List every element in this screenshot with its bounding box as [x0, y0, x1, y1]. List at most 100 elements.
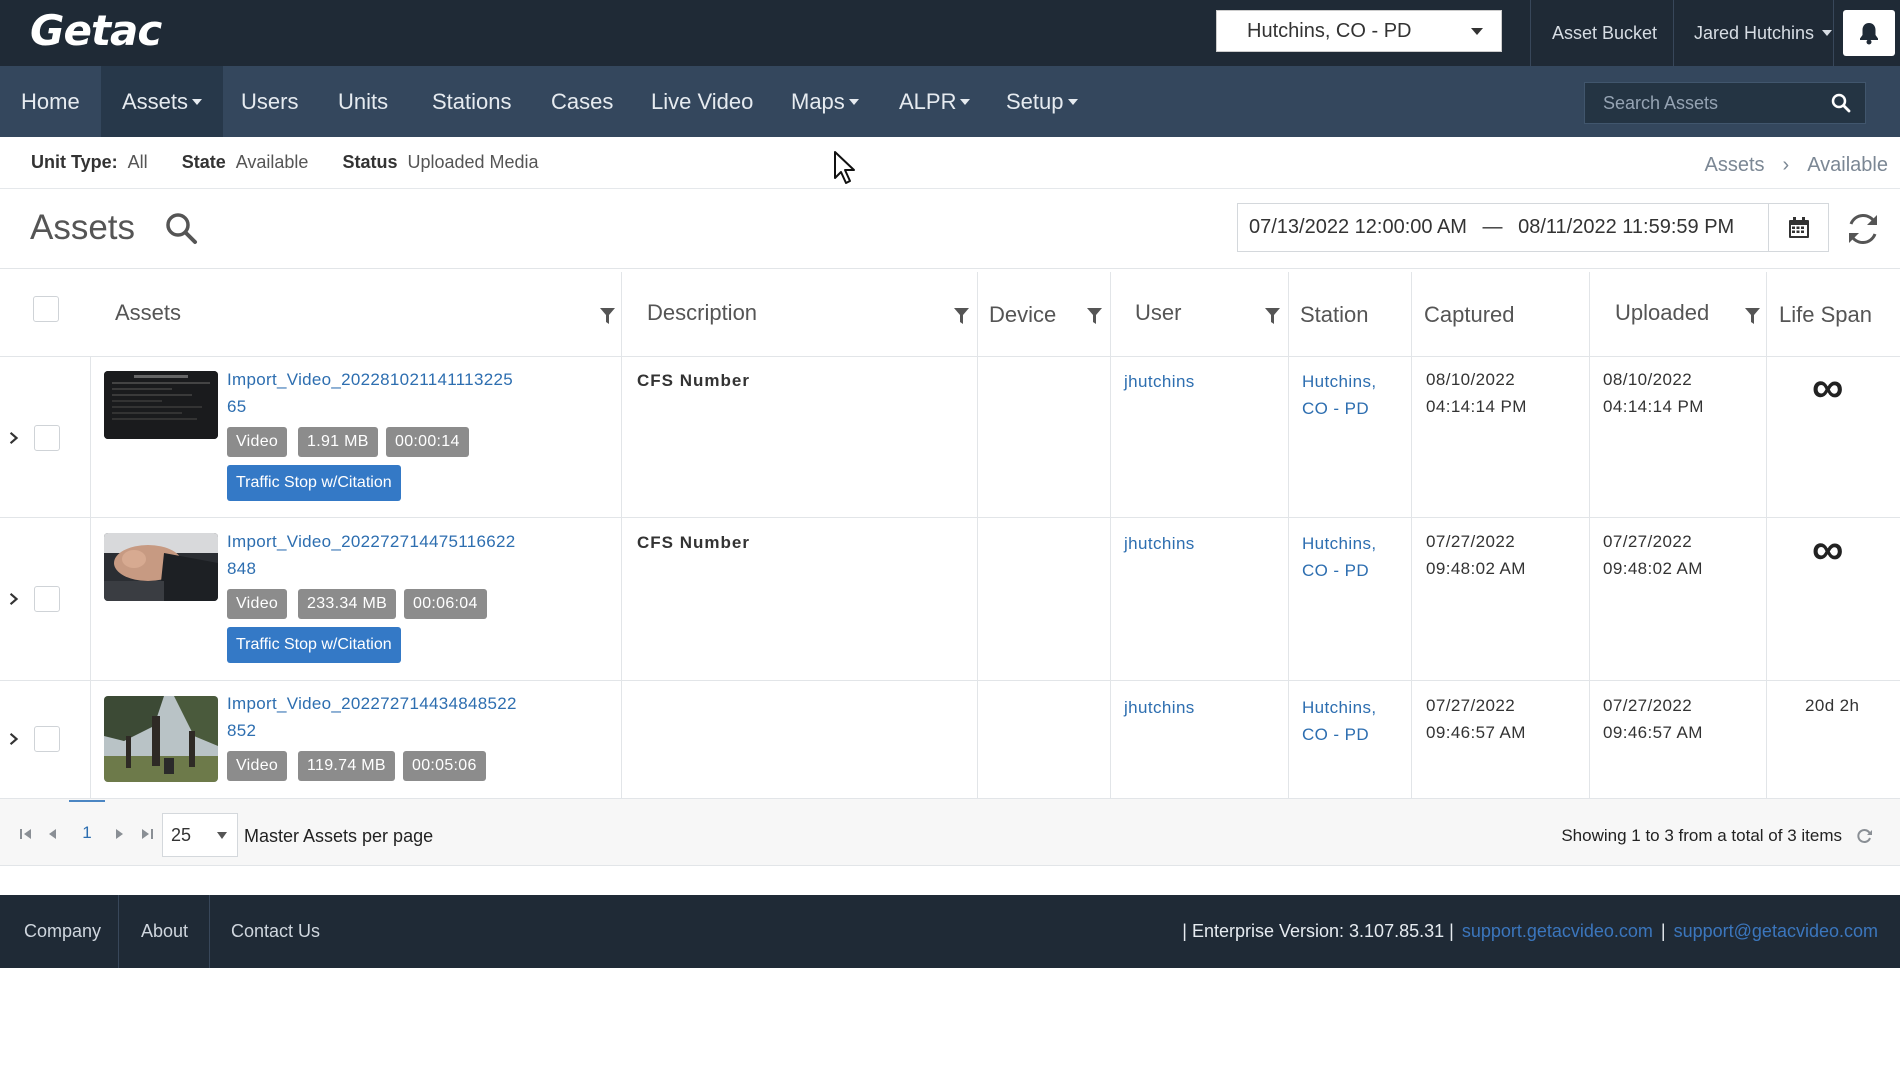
search-icon[interactable] [165, 212, 199, 246]
station-line: Hutchins, [1302, 698, 1377, 717]
video-thumbnail[interactable] [104, 696, 218, 782]
column-header-uploaded[interactable]: Uploaded [1615, 300, 1709, 326]
column-header-description[interactable]: Description [647, 300, 757, 326]
uploaded-time: 09:46:57 AM [1603, 723, 1703, 742]
column-header-station[interactable]: Station [1300, 302, 1369, 328]
select-all-checkbox[interactable] [33, 296, 59, 322]
date-from: 07/13/2022 12:00:00 AM [1249, 216, 1467, 238]
support-site-link[interactable]: support.getacvideo.com [1462, 921, 1653, 942]
divider [1411, 272, 1412, 798]
bell-icon [1860, 23, 1878, 45]
chevron-right-icon[interactable] [8, 432, 20, 444]
page-size-select[interactable]: 25 [162, 813, 238, 857]
footer-link-company[interactable]: Company [24, 895, 101, 968]
row-checkbox[interactable] [34, 425, 60, 451]
current-page[interactable]: 1 [69, 800, 105, 864]
uploaded-time: 09:48:02 AM [1603, 559, 1703, 578]
last-page-icon[interactable] [140, 828, 153, 840]
nav-maps[interactable]: Maps [770, 66, 880, 137]
station-line: Hutchins, [1302, 534, 1377, 553]
unit-type-value[interactable]: All [128, 152, 148, 173]
asset-name-link[interactable]: Import_Video_202272714434848522 852 [227, 690, 547, 744]
agency-select[interactable]: Hutchins, CO - PD [1216, 10, 1502, 52]
captured-time: 04:14:14 PM [1426, 397, 1527, 416]
nav-units[interactable]: Units [317, 66, 409, 137]
refresh-icon[interactable] [1844, 210, 1882, 248]
uploaded-date: 07/27/2022 [1603, 696, 1693, 715]
asset-name-link[interactable]: Import_Video_202272714475116622 848 [227, 528, 547, 582]
column-header-life-span[interactable]: Life Span [1779, 302, 1872, 328]
date-to: 08/11/2022 11:59:59 PM [1518, 216, 1735, 238]
nav-live-video[interactable]: Live Video [630, 66, 774, 137]
column-header-captured[interactable]: Captured [1424, 302, 1515, 328]
station-link[interactable]: Hutchins, CO - PD [1302, 368, 1376, 422]
infinity-icon: ∞ [1812, 363, 1844, 412]
filter-icon[interactable] [1745, 308, 1760, 324]
divider [1288, 272, 1289, 798]
station-link[interactable]: Hutchins, CO - PD [1302, 694, 1376, 748]
footer-link-about[interactable]: About [141, 895, 188, 968]
calendar-button[interactable] [1768, 204, 1828, 251]
chevron-right-icon[interactable] [8, 733, 20, 745]
captured-cell: 07/27/2022 09:46:57 AM [1426, 692, 1526, 746]
user-link[interactable]: jhutchins [1124, 530, 1195, 557]
status-value[interactable]: Uploaded Media [407, 152, 538, 173]
search-icon[interactable] [1831, 93, 1851, 113]
category-badge[interactable]: Traffic Stop w/Citation [227, 627, 401, 663]
state-value[interactable]: Available [236, 152, 309, 173]
nav-label: Units [338, 88, 389, 114]
breadcrumb-assets[interactable]: Assets [1704, 154, 1764, 177]
user-link[interactable]: jhutchins [1124, 694, 1195, 721]
filter-icon[interactable] [600, 308, 615, 324]
nav-stations[interactable]: Stations [411, 66, 533, 137]
nav-users[interactable]: Users [220, 66, 319, 137]
asset-bucket-link[interactable]: Asset Bucket [1552, 0, 1657, 66]
nav-home[interactable]: Home [0, 66, 101, 137]
divider [1673, 0, 1674, 66]
search-input[interactable] [1585, 83, 1825, 123]
lifespan-cell: 20d 2h [1805, 696, 1860, 715]
getac-logo[interactable]: Getac [30, 6, 162, 55]
previous-page-icon[interactable] [48, 828, 58, 840]
refresh-icon[interactable] [1857, 828, 1873, 844]
nav-cases[interactable]: Cases [530, 66, 634, 137]
row-checkbox[interactable] [34, 586, 60, 612]
description-cell: CFS Number [637, 533, 750, 552]
nav-label: ALPR [899, 88, 957, 114]
user-link[interactable]: jhutchins [1124, 368, 1195, 395]
page-size-value: 25 [171, 824, 192, 845]
footer-link-contact[interactable]: Contact Us [231, 895, 320, 968]
nav-setup[interactable]: Setup [985, 66, 1099, 137]
category-badge[interactable]: Traffic Stop w/Citation [227, 465, 401, 501]
calendar-icon [1788, 216, 1809, 238]
nav-label: Setup [1006, 88, 1064, 114]
chevron-right-icon[interactable] [8, 593, 20, 605]
filter-icon[interactable] [1265, 308, 1280, 324]
notifications-button[interactable] [1843, 10, 1895, 56]
nav-assets[interactable]: Assets [101, 66, 224, 137]
divider [209, 895, 210, 968]
station-link[interactable]: Hutchins, CO - PD [1302, 530, 1376, 584]
row-checkbox[interactable] [34, 726, 60, 752]
asset-name-link[interactable]: Import_Video_202281021141113225 65 [227, 366, 547, 420]
user-name: Jared Hutchins [1694, 22, 1815, 43]
column-header-device[interactable]: Device [989, 302, 1056, 328]
version-text: | Enterprise Version: 3.107.85.31 | [1182, 921, 1454, 941]
date-range-picker[interactable]: 07/13/2022 12:00:00 AM — 08/11/2022 11:5… [1237, 203, 1829, 252]
main-nav: Home Assets Users Units Stations Cases L… [0, 66, 1900, 137]
filter-icon[interactable] [954, 308, 969, 324]
nav-alpr[interactable]: ALPR [878, 66, 991, 137]
column-header-assets[interactable]: Assets [115, 300, 181, 326]
support-email-link[interactable]: support@getacvideo.com [1674, 921, 1878, 942]
nav-label: Users [241, 88, 299, 114]
first-page-icon[interactable] [20, 828, 33, 840]
filter-icon[interactable] [1087, 308, 1102, 324]
video-thumbnail[interactable] [104, 533, 218, 601]
user-menu[interactable]: Jared Hutchins [1694, 0, 1833, 66]
video-thumbnail[interactable] [104, 371, 218, 439]
next-page-icon[interactable] [114, 828, 124, 840]
captured-date: 08/10/2022 [1426, 370, 1516, 389]
thumbnail-image [104, 371, 218, 439]
column-header-user[interactable]: User [1135, 300, 1181, 326]
date-range-text: 07/13/2022 12:00:00 AM — 08/11/2022 11:5… [1238, 216, 1768, 239]
